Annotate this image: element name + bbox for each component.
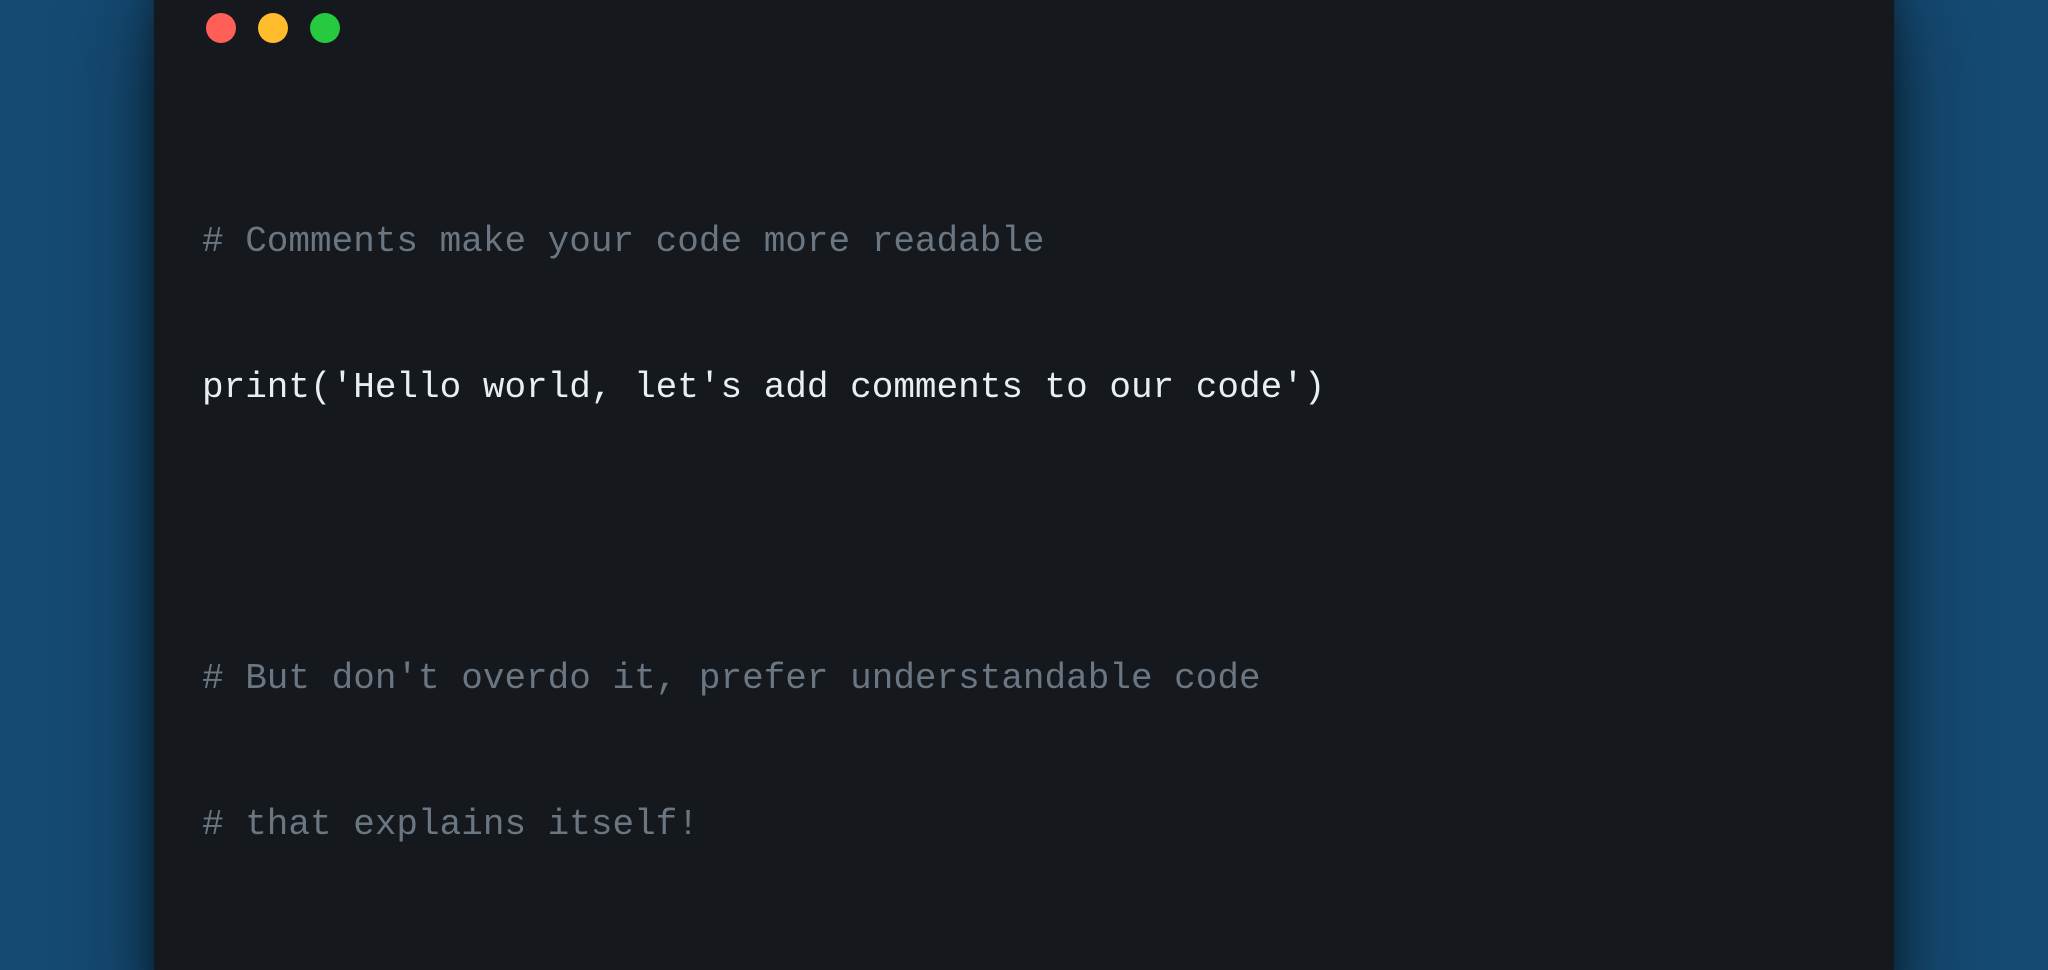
code-line-comment: # that explains itself! xyxy=(202,801,1846,850)
close-icon[interactable] xyxy=(206,13,236,43)
zoom-icon[interactable] xyxy=(310,13,340,43)
minimize-icon[interactable] xyxy=(258,13,288,43)
window-titlebar xyxy=(202,7,1846,43)
code-window: # Comments make your code more readable … xyxy=(154,0,1894,970)
code-line-comment: # Comments make your code more readable xyxy=(202,218,1846,267)
code-line-code: print('Hello world, let's add comments t… xyxy=(202,364,1846,413)
code-line-blank xyxy=(202,510,1846,559)
code-line-comment: # But don't overdo it, prefer understand… xyxy=(202,655,1846,704)
code-editor: # Comments make your code more readable … xyxy=(202,121,1846,947)
app-stage: # Comments make your code more readable … xyxy=(0,0,2048,970)
